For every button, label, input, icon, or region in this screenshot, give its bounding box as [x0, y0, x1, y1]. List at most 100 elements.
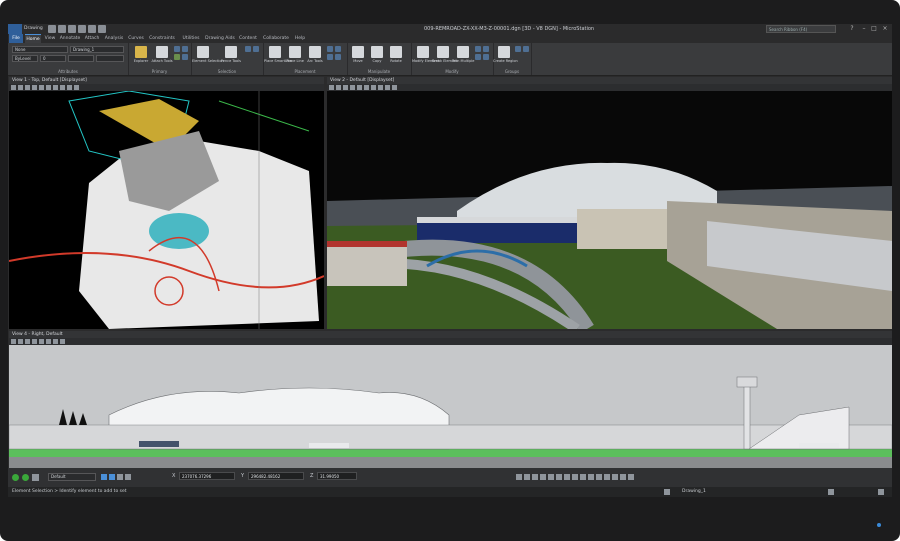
- trim-multiple-button-label[interactable]: Trim Multiple: [452, 59, 474, 63]
- rotate-view-icon[interactable]: [53, 339, 58, 344]
- tab-drawing-aids[interactable]: Drawing Aids: [205, 34, 235, 43]
- redo-icon[interactable]: [88, 25, 96, 33]
- group-icon[interactable]: [515, 46, 521, 52]
- style-combo[interactable]: Drawing_1: [70, 46, 124, 53]
- snap-nearest-icon[interactable]: [572, 474, 578, 480]
- z-coordinate-field[interactable]: 31.99050: [317, 472, 357, 480]
- fit-view-icon[interactable]: [46, 339, 51, 344]
- level-combo[interactable]: None: [12, 46, 68, 53]
- attach-tools-icon[interactable]: [156, 46, 168, 58]
- modify-element-icon[interactable]: [417, 46, 429, 58]
- place-circle-icon[interactable]: [327, 46, 333, 52]
- rotate-button-label[interactable]: Rotate: [385, 59, 407, 63]
- snap-through-icon[interactable]: [596, 474, 602, 480]
- undo-icon[interactable]: [78, 25, 86, 33]
- create-region-button-label[interactable]: Create Region: [493, 59, 518, 63]
- window-area-icon[interactable]: [39, 85, 44, 90]
- weight-combo[interactable]: 0: [40, 55, 66, 62]
- transparency-combo[interactable]: [96, 55, 124, 62]
- explorer-icon[interactable]: [135, 46, 147, 58]
- place-cell-icon[interactable]: [335, 54, 341, 60]
- tab-home[interactable]: Home: [25, 34, 41, 43]
- tab-content[interactable]: Content: [237, 34, 259, 43]
- fillet-icon[interactable]: [475, 46, 481, 52]
- snap-toggle-icon[interactable]: [628, 474, 634, 480]
- active-model-label[interactable]: Drawing_1: [682, 487, 706, 497]
- view-next-icon[interactable]: [74, 85, 79, 90]
- snap-parallel-icon[interactable]: [588, 474, 594, 480]
- fence-tools-icon[interactable]: [225, 46, 237, 58]
- place-line-button-label[interactable]: Place Line: [284, 59, 306, 63]
- place-block-icon[interactable]: [335, 46, 341, 52]
- accudraw-icon[interactable]: [12, 474, 19, 481]
- tab-collaborate[interactable]: Collaborate: [261, 34, 291, 43]
- place-line-icon[interactable]: [289, 46, 301, 58]
- fit-view-icon[interactable]: [364, 85, 369, 90]
- snap-keypoint-icon[interactable]: [516, 474, 522, 480]
- pan-view-icon[interactable]: [60, 339, 65, 344]
- zoom-out-icon[interactable]: [32, 85, 37, 90]
- tab-analysis[interactable]: Analysis: [103, 34, 125, 43]
- clear-selection-icon[interactable]: [253, 46, 259, 52]
- view-1-button[interactable]: [101, 474, 107, 480]
- modify-element-button-label[interactable]: Modify Element: [412, 59, 439, 63]
- break-element-icon[interactable]: [437, 46, 449, 58]
- view-attributes-icon[interactable]: [11, 85, 16, 90]
- snap-icon[interactable]: [22, 474, 29, 481]
- snap-bisector-icon[interactable]: [580, 474, 586, 480]
- tab-annotate[interactable]: Annotate: [59, 34, 81, 43]
- view-attributes-icon[interactable]: [329, 85, 334, 90]
- trim-multiple-icon[interactable]: [457, 46, 469, 58]
- zoom-in-icon[interactable]: [25, 339, 30, 344]
- extend-icon[interactable]: [475, 54, 481, 60]
- models-icon[interactable]: [174, 54, 180, 60]
- view-attributes-icon[interactable]: [11, 339, 16, 344]
- snap-perpendicular-icon[interactable]: [556, 474, 562, 480]
- settings-icon[interactable]: [878, 489, 884, 495]
- arc-tools-button-label[interactable]: Arc Tools: [304, 59, 326, 63]
- chamfer-icon[interactable]: [483, 46, 489, 52]
- copy-icon[interactable]: [371, 46, 383, 58]
- tab-view[interactable]: View: [43, 34, 57, 43]
- create-region-icon[interactable]: [498, 46, 510, 58]
- level-manager-icon[interactable]: [174, 46, 180, 52]
- tab-file[interactable]: File: [9, 34, 23, 43]
- notification-icon[interactable]: [828, 489, 834, 495]
- snap-intersection-icon[interactable]: [548, 474, 554, 480]
- break-element-button-label[interactable]: Break Element: [432, 59, 458, 63]
- view-3-button[interactable]: [117, 474, 123, 480]
- minimize-button[interactable]: –: [860, 25, 868, 33]
- snap-origin-icon[interactable]: [540, 474, 546, 480]
- locks-icon[interactable]: [32, 474, 39, 481]
- y-coordinate-field[interactable]: 296482.48162: [248, 472, 304, 480]
- properties-icon[interactable]: [182, 46, 188, 52]
- view-group-combo[interactable]: Default: [48, 473, 96, 481]
- print-icon[interactable]: [98, 25, 106, 33]
- pan-view-icon[interactable]: [60, 85, 65, 90]
- walk-icon[interactable]: [385, 85, 390, 90]
- view-2-button[interactable]: [109, 474, 115, 480]
- open-file-icon[interactable]: [58, 25, 66, 33]
- display-style-icon[interactable]: [18, 85, 23, 90]
- window-area-icon[interactable]: [39, 339, 44, 344]
- view-1-top[interactable]: View 1 - Top, Default [Displayset]: [9, 77, 324, 329]
- display-style-icon[interactable]: [336, 85, 341, 90]
- view-2-perspective[interactable]: View 2 - Default [Displayset]: [327, 77, 892, 329]
- tab-constraints[interactable]: Constraints: [147, 34, 177, 43]
- ungroup-icon[interactable]: [523, 46, 529, 52]
- color-combo[interactable]: ByLevel: [12, 55, 38, 62]
- x-coordinate-field[interactable]: 237076.37296: [179, 472, 235, 480]
- tab-attach[interactable]: Attach: [83, 34, 101, 43]
- new-file-icon[interactable]: [48, 25, 56, 33]
- zoom-in-icon[interactable]: [343, 85, 348, 90]
- arc-tools-icon[interactable]: [309, 46, 321, 58]
- window-area-icon[interactable]: [357, 85, 362, 90]
- attach-tools-button-label[interactable]: Attach Tools: [151, 59, 173, 63]
- rotate-view-icon[interactable]: [53, 85, 58, 90]
- snap-tangent-icon[interactable]: [564, 474, 570, 480]
- zoom-out-icon[interactable]: [350, 85, 355, 90]
- tab-help[interactable]: Help: [293, 34, 307, 43]
- tab-curves[interactable]: Curves: [127, 34, 145, 43]
- select-all-icon[interactable]: [245, 46, 251, 52]
- view-4-right[interactable]: View 4 - Right, Default: [9, 331, 892, 468]
